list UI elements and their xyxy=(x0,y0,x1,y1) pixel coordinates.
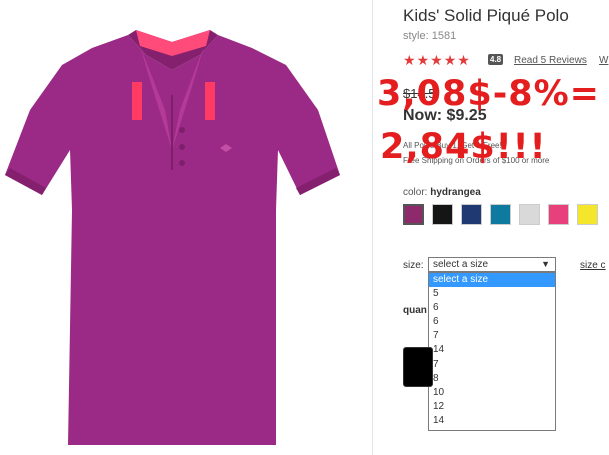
star-icon: ★ xyxy=(443,52,457,68)
star-icon: ★ xyxy=(416,52,430,68)
size-option[interactable]: 8 xyxy=(429,372,555,386)
swatch-navy[interactable] xyxy=(461,204,482,225)
quantity-label: quan xyxy=(403,305,427,316)
color-swatches xyxy=(403,204,606,225)
quantity-box[interactable] xyxy=(403,347,433,387)
size-option[interactable]: 7 xyxy=(429,329,555,343)
product-image-panel[interactable] xyxy=(0,0,373,455)
size-option[interactable]: 7 xyxy=(429,358,555,372)
size-option[interactable]: 6 xyxy=(429,315,555,329)
color-label-text: color: xyxy=(403,187,428,198)
size-option[interactable]: 12 xyxy=(429,400,555,414)
size-select[interactable]: select a size ▼ xyxy=(428,257,556,272)
swatch-black[interactable] xyxy=(432,204,453,225)
size-option[interactable]: 10 xyxy=(429,386,555,400)
swatch-yellow[interactable] xyxy=(577,204,598,225)
star-icon: ★ xyxy=(457,52,470,68)
size-option[interactable]: select a size xyxy=(429,273,555,288)
swatch-hydrangea[interactable] xyxy=(403,204,424,225)
price-annotation-line1: 3,08$-8%= xyxy=(377,74,600,114)
write-review-link[interactable]: W xyxy=(599,55,608,66)
size-label: size: xyxy=(403,260,424,271)
color-label: color: hydrangea xyxy=(403,187,481,198)
style-number: style: 1581 xyxy=(403,30,457,42)
size-chart-link[interactable]: size c xyxy=(580,260,606,271)
star-icon: ★ xyxy=(403,52,416,68)
size-dropdown-list[interactable]: select a size 5 6 6 7 14 7 8 10 12 14 xyxy=(428,272,556,431)
size-option[interactable]: 14 xyxy=(429,414,555,428)
swatch-pink[interactable] xyxy=(548,204,569,225)
polo-shirt-image xyxy=(5,30,340,445)
dropdown-arrow-icon: ▼ xyxy=(541,259,550,269)
price-annotation-line2: 2,84$!!! xyxy=(380,127,547,167)
size-option[interactable]: 5 xyxy=(429,287,555,301)
swatch-light-gray[interactable] xyxy=(519,204,540,225)
swatch-teal[interactable] xyxy=(490,204,511,225)
size-option[interactable]: 14 xyxy=(429,343,555,357)
star-icon: ★ xyxy=(430,52,443,68)
read-reviews-link[interactable]: Read 5 Reviews xyxy=(514,55,587,66)
color-value: hydrangea xyxy=(430,187,481,198)
rating-stars: ★ ★ ★ ★ ★ xyxy=(403,53,471,67)
size-option[interactable]: 6 xyxy=(429,301,555,315)
product-title: Kids' Solid Piqué Polo xyxy=(403,6,569,25)
rating-badge: 4.8 xyxy=(488,54,504,65)
size-select-value: select a size xyxy=(433,259,489,270)
